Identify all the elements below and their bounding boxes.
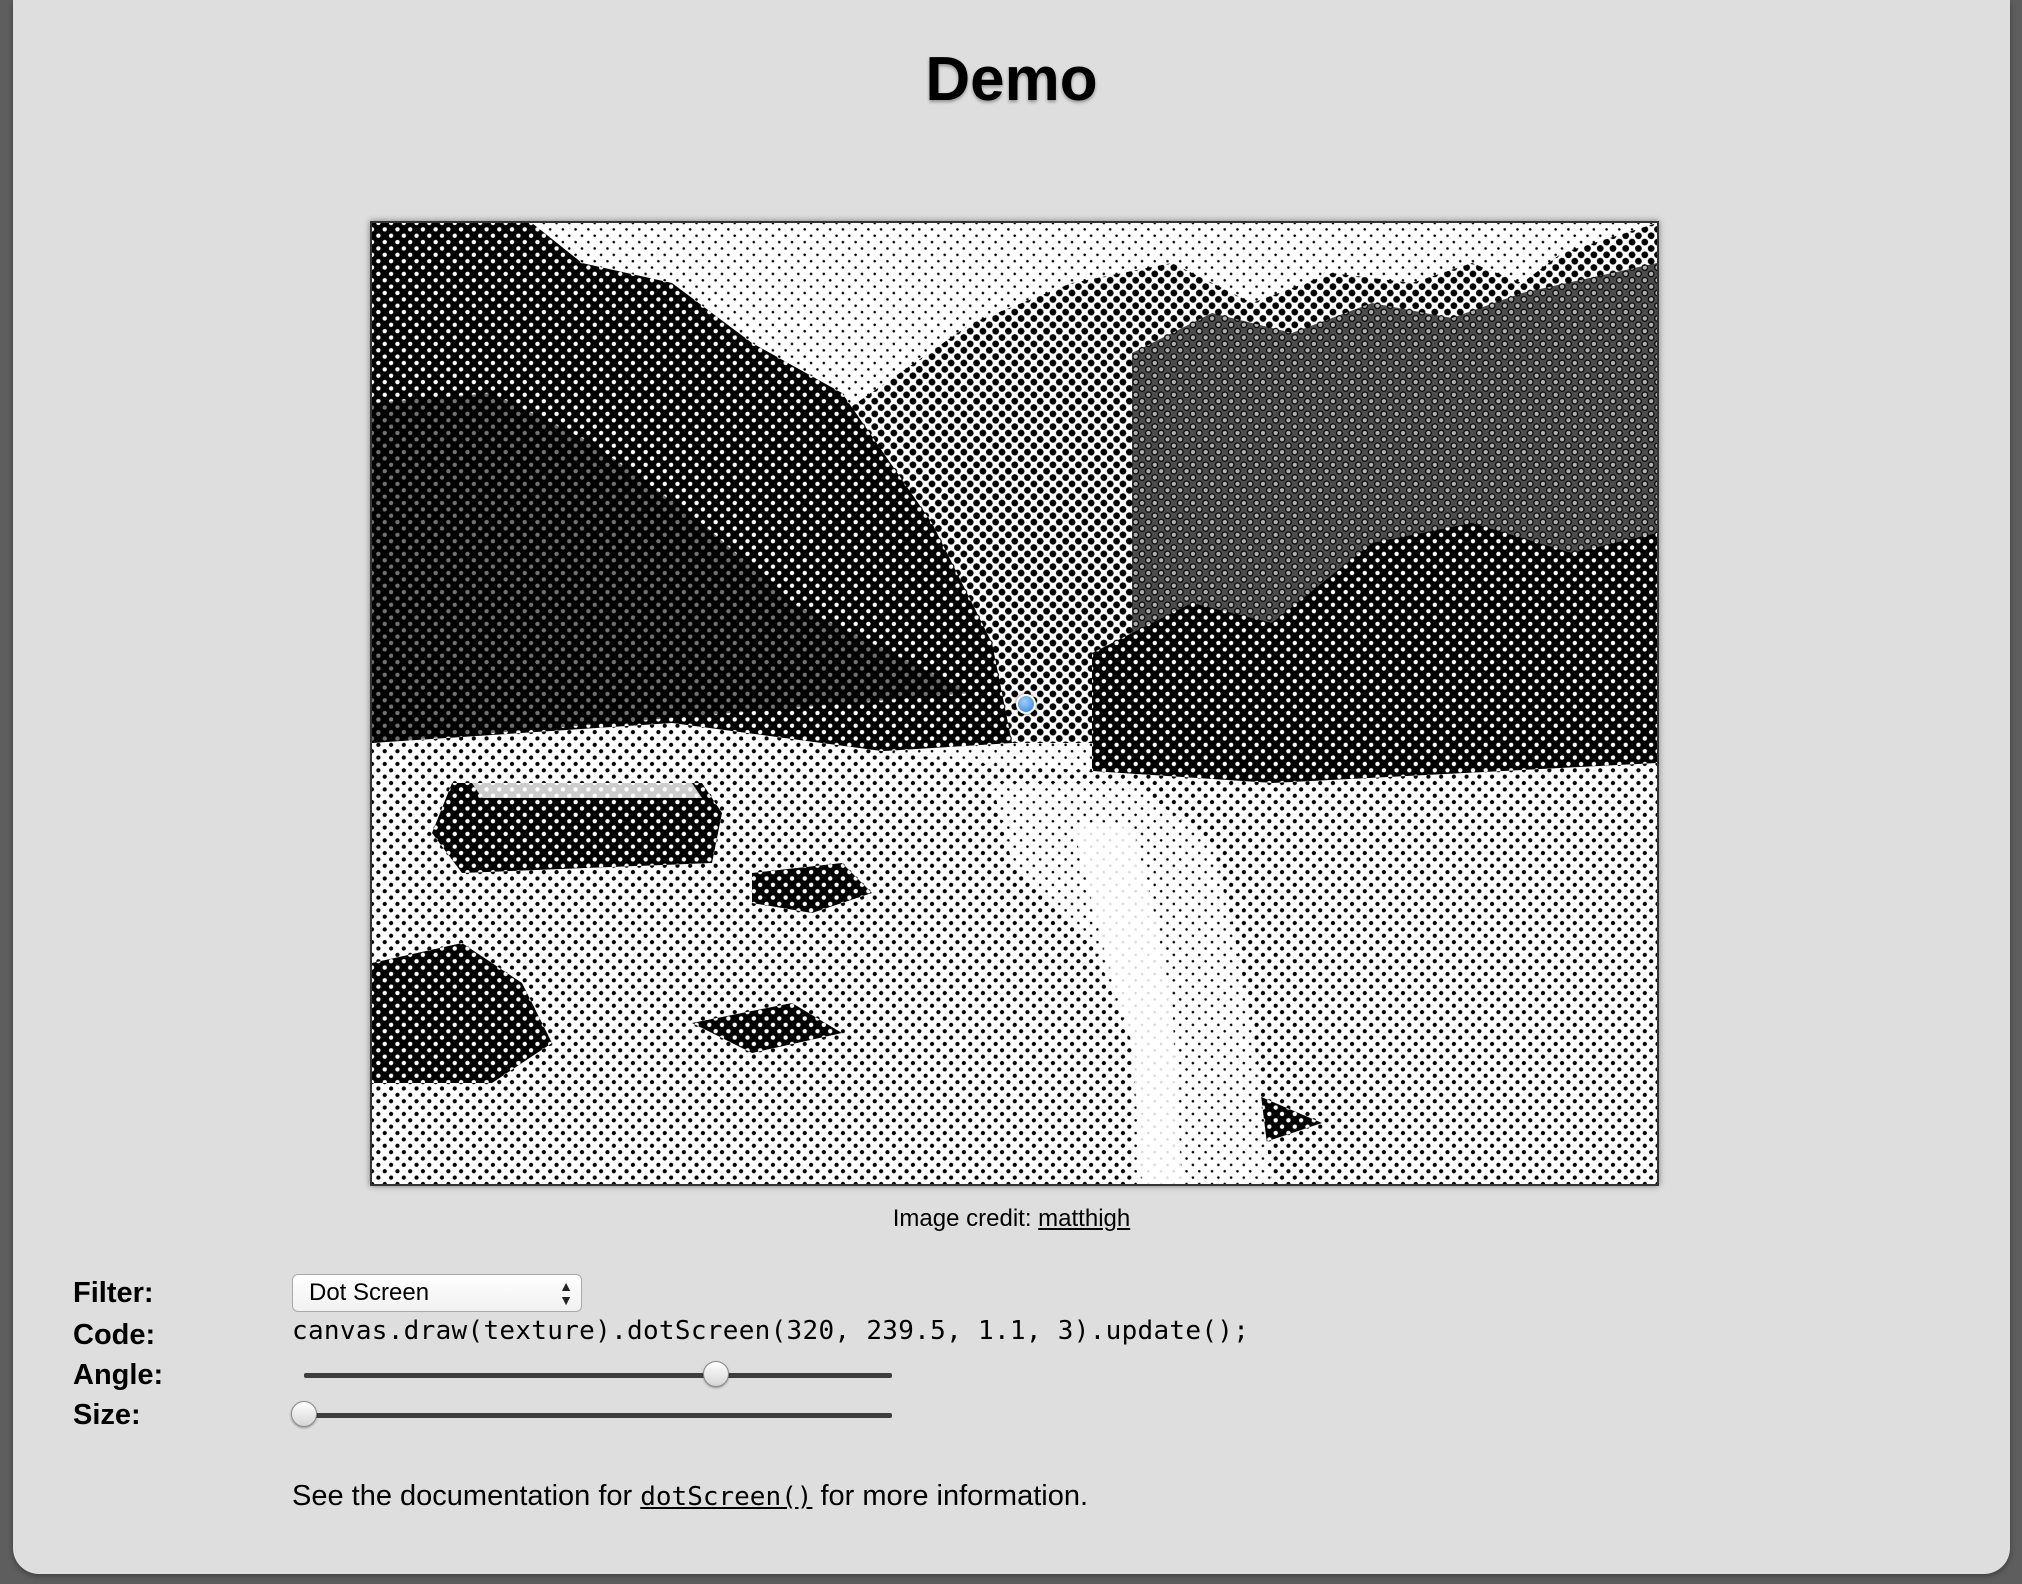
cursor-dot-icon[interactable]: [1016, 694, 1036, 714]
image-credit-link[interactable]: matthigh: [1038, 1205, 1130, 1232]
size-label: Size:: [73, 1399, 141, 1431]
docs-prefix: See the documentation for: [292, 1480, 641, 1512]
image-credit-label: Image credit:: [892, 1205, 1039, 1232]
size-slider-track[interactable]: [304, 1413, 892, 1418]
filter-label: Filter:: [73, 1277, 154, 1309]
angle-slider[interactable]: [292, 1360, 892, 1390]
angle-label: Angle:: [73, 1359, 164, 1391]
angle-slider-track[interactable]: [304, 1373, 892, 1378]
filter-select[interactable]: Dot Screen ▲ ▼: [292, 1274, 582, 1312]
code-label: Code:: [73, 1319, 156, 1351]
demo-panel: Demo Image credit: matthigh Filter: Dot …: [13, 0, 2010, 1574]
docs-suffix: for more information.: [812, 1480, 1089, 1512]
up-down-chevron-icon: ▲ ▼: [559, 1278, 573, 1308]
filter-canvas[interactable]: [370, 221, 1659, 1186]
size-slider-thumb[interactable]: [291, 1401, 317, 1427]
code-output: canvas.draw(texture).dotScreen(320, 239.…: [292, 1316, 1250, 1346]
dot-screen-image: [372, 223, 1657, 1184]
documentation-note: See the documentation for dotScreen() fo…: [292, 1480, 1088, 1513]
docs-link[interactable]: dotScreen(): [640, 1482, 812, 1512]
page-title: Demo: [925, 45, 1098, 114]
filter-select-value: Dot Screen: [309, 1279, 430, 1306]
size-slider[interactable]: [291, 1400, 892, 1430]
image-credit: Image credit: matthigh: [13, 1205, 2010, 1233]
angle-slider-thumb[interactable]: [702, 1361, 729, 1387]
